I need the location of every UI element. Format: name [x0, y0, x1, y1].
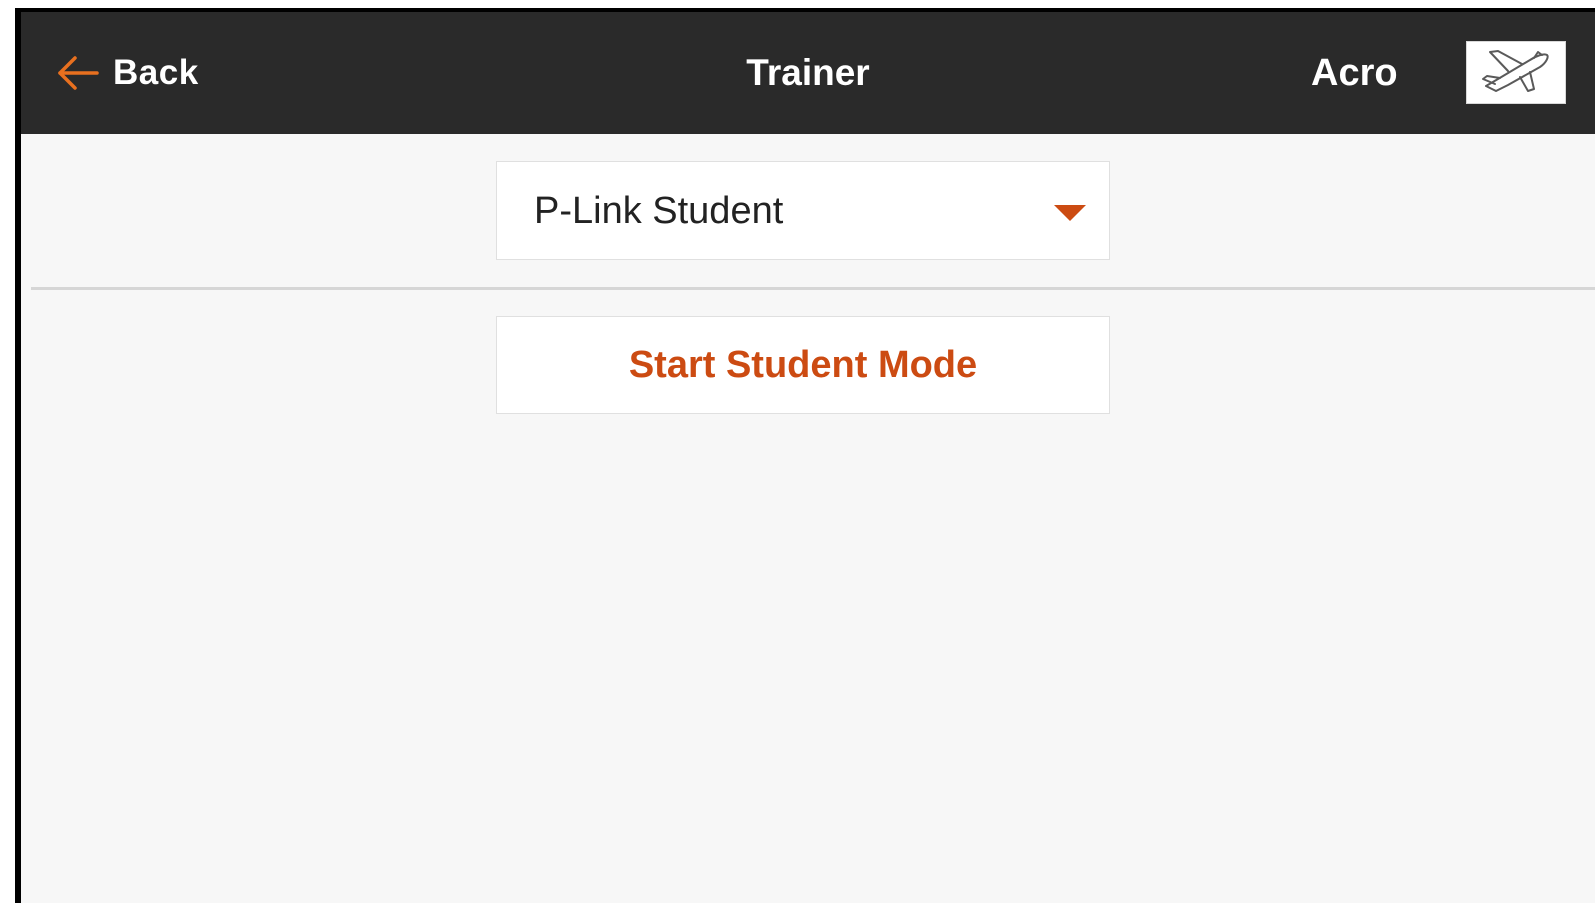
flight-mode-label: Acro — [1311, 52, 1398, 94]
app-screen: Back Trainer Acro P-Link Student Start S… — [21, 12, 1595, 903]
trainer-mode-value: P-Link Student — [534, 190, 784, 232]
model-image-button[interactable] — [1466, 41, 1566, 104]
top-bar: Back Trainer Acro — [21, 12, 1595, 134]
start-student-mode-button[interactable]: Start Student Mode — [496, 316, 1110, 414]
section-divider — [31, 287, 1595, 290]
caret-down-icon — [1054, 205, 1086, 221]
trainer-mode-dropdown[interactable]: P-Link Student — [496, 161, 1110, 260]
airplane-icon — [1478, 46, 1554, 99]
